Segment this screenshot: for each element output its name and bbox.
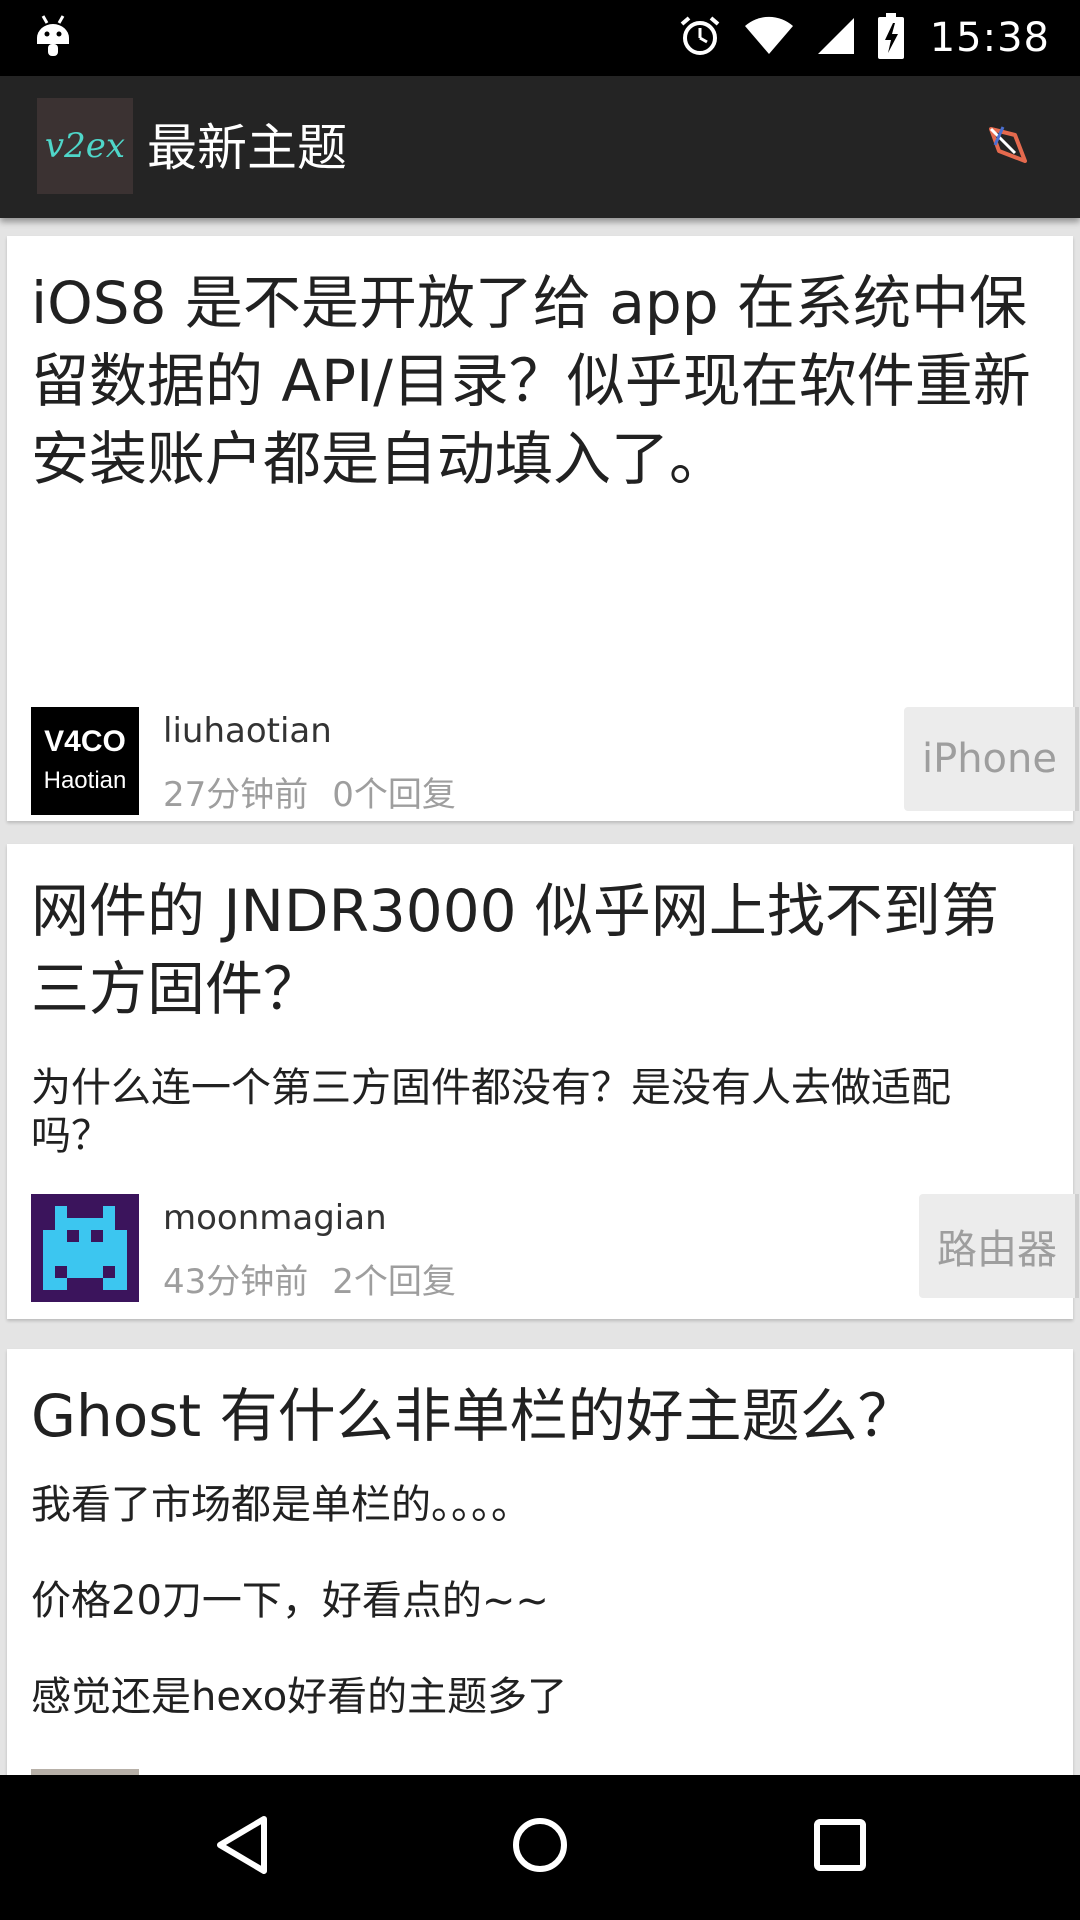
author-name[interactable]: liuhaotian [163, 711, 332, 751]
topic-time: 43分钟前 [163, 1262, 309, 1302]
home-icon [510, 1815, 570, 1879]
signal-icon [816, 16, 856, 60]
back-icon [212, 1813, 272, 1881]
reply-count: 2个回复 [332, 1262, 456, 1302]
navigation-bar [0, 1775, 1080, 1920]
topic-stats: 27分钟前 0个回复 [163, 767, 456, 816]
avatar[interactable]: V4CO Haotian [31, 707, 139, 815]
node-tag[interactable]: 路由器 [919, 1194, 1079, 1298]
topic-meta: V4CO Haotian liuhaotian 27分钟前 0个回复 iPhone [31, 707, 1079, 817]
avatar-text: V4CO [44, 725, 126, 758]
recents-icon [812, 1817, 868, 1877]
content-paragraph: 价格20刀一下，好看点的~~ [31, 1578, 549, 1624]
content-paragraph: 我看了市场都是单栏的。。。。 [31, 1482, 531, 1528]
battery-charging-icon [877, 13, 904, 63]
page-title: 最新主题 [147, 119, 347, 177]
topic-card[interactable]: Ghost 有什么非单栏的好主题么？ 我看了市场都是单栏的。。。。 价格20刀一… [7, 1349, 1073, 1775]
wifi-icon [744, 16, 794, 60]
share-icon [985, 121, 1031, 171]
topic-stats: 43分钟前 2个回复 [163, 1254, 456, 1303]
avatar-subtext: Haotian [43, 767, 127, 794]
topic-content: 我看了市场都是单栏的。。。。 价格20刀一下，好看点的~~ 感觉还是hexo好看… [31, 1481, 1013, 1721]
status-time: 15:38 [929, 15, 1050, 61]
content-paragraph: 为什么连一个第三方固件都没有？是没有人去做适配吗？ [31, 1065, 951, 1159]
topic-title: iOS8 是不是开放了给 app 在系统中保留数据的 API/目录？似乎现在软件… [31, 269, 1031, 493]
v2ex-logo[interactable]: v2ex [37, 98, 133, 194]
home-button[interactable] [504, 1811, 576, 1883]
app-bar: v2ex 最新主题 [0, 76, 1080, 218]
topic-card[interactable]: 网件的 JNDR3000 似乎网上找不到第三方固件？ 为什么连一个第三方固件都没… [7, 844, 1079, 1319]
back-button[interactable] [206, 1811, 278, 1883]
topic-list[interactable]: iOS8 是不是开放了给 app 在系统中保留数据的 API/目录？似乎现在软件… [0, 218, 1080, 1775]
recents-button[interactable] [804, 1811, 876, 1883]
share-button[interactable] [978, 116, 1038, 176]
android-icon [34, 14, 72, 64]
topic-meta: moonmagian 43分钟前 2个回复 路由器 [31, 1194, 1079, 1304]
topic-card[interactable]: iOS8 是不是开放了给 app 在系统中保留数据的 API/目录？似乎现在软件… [7, 236, 1079, 821]
topic-content: 为什么连一个第三方固件都没有？是没有人去做适配吗？ [31, 1064, 1013, 1160]
content-paragraph: 感觉还是hexo好看的主题多了 [31, 1674, 568, 1720]
author-name[interactable]: moonmagian [163, 1198, 387, 1238]
alarm-icon [678, 14, 722, 62]
topic-title: 网件的 JNDR3000 似乎网上找不到第三方固件？ [31, 877, 999, 1023]
reply-count: 0个回复 [332, 775, 456, 815]
topic-time: 27分钟前 [163, 775, 309, 815]
status-bar: 15:38 [0, 0, 1080, 76]
node-tag[interactable]: iPhone [903, 707, 1079, 811]
topic-title: Ghost 有什么非单栏的好主题么？ [31, 1382, 916, 1450]
avatar[interactable] [31, 1194, 139, 1302]
